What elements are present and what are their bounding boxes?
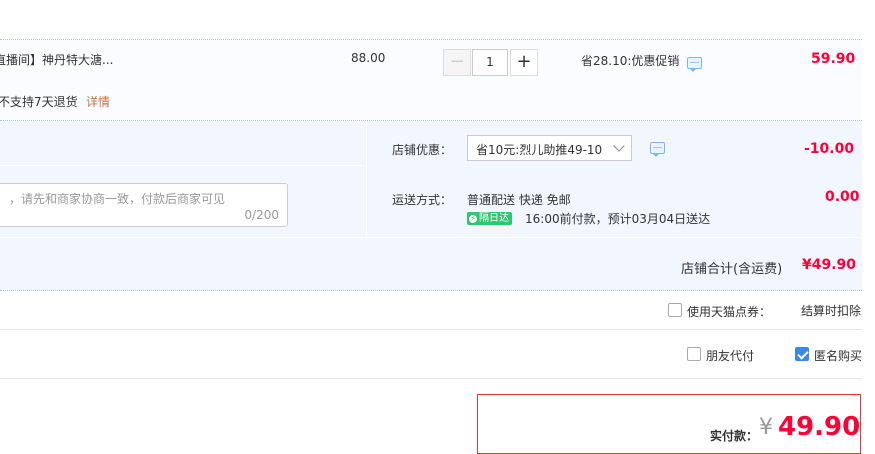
shop-discount-amount: -10.00 [804, 141, 855, 157]
tmall-points-checkbox[interactable] [668, 303, 682, 317]
shop-column-divider [366, 121, 367, 237]
return-policy-text: 不支持7天退货 [0, 95, 78, 109]
order-item-row [0, 40, 862, 120]
shop-bottom-divider [0, 290, 862, 291]
item-title[interactable]: 直播间】神丹特大溏... [0, 51, 113, 68]
chevron-down-icon [613, 140, 625, 152]
quantity-minus-button[interactable]: − [443, 49, 471, 76]
chat-icon[interactable] [687, 57, 702, 72]
shop-discount-select[interactable]: 省10元:烈儿助推49-10 [467, 135, 632, 161]
chat-icon[interactable] [650, 142, 665, 157]
anonymous-checkbox[interactable] [795, 347, 809, 361]
shipping-method: 普通配送 快递 免邮 [467, 193, 571, 207]
shipping-label: 运送方式： [392, 193, 453, 207]
buyer-message-counter: 0/200 [244, 208, 279, 222]
options-divider [0, 329, 862, 330]
shop-total-label: 店铺合计(含运费) [681, 262, 783, 277]
friend-pay-checkbox[interactable] [687, 347, 701, 361]
payment-currency: ¥ [759, 415, 773, 440]
quantity-stepper: − 1 + [443, 49, 538, 76]
quantity-input[interactable]: 1 [472, 49, 508, 76]
quantity-plus-button[interactable]: + [510, 49, 538, 76]
tmall-points-label: 使用天猫点券： [687, 305, 772, 319]
next-day-badge-label: 隔日达 [479, 213, 509, 224]
payment-summary-box: 实付款： ¥ 49.90 [477, 394, 861, 454]
next-day-badge: ⚡ 隔日达 [467, 212, 512, 225]
item-promo-text: 省28.10:优惠促销 [581, 54, 680, 68]
delivery-note: 16:00前付款，预计03月04日送达 [525, 212, 711, 226]
tmall-points-value: 结算时扣除 [801, 304, 862, 318]
shop-discount-selected: 省10元:烈儿助推49-10 [476, 143, 603, 157]
shop-discount-label: 店铺优惠： [392, 143, 453, 157]
buyer-message-input[interactable]: ，请先和商家协商一致，付款后商家可见 0/200 [0, 183, 288, 227]
item-unit-price: 88.00 [351, 51, 386, 65]
payment-divider [0, 378, 862, 379]
lightning-icon: ⚡ [469, 214, 477, 223]
payment-label: 实付款： [710, 429, 759, 443]
anonymous-label: 匿名购买 [814, 349, 863, 363]
shipping-fee: 0.00 [825, 189, 860, 205]
buyer-message-placeholder: ，请先和商家协商一致，付款后商家可见 [9, 192, 226, 206]
payment-amount: 49.90 [778, 412, 861, 442]
shop-total-value: ¥49.90 [802, 257, 857, 273]
friend-pay-label: 朋友代付 [706, 349, 755, 363]
details-link[interactable]: 详情 [86, 93, 110, 110]
item-subtotal: 59.90 [811, 51, 856, 67]
